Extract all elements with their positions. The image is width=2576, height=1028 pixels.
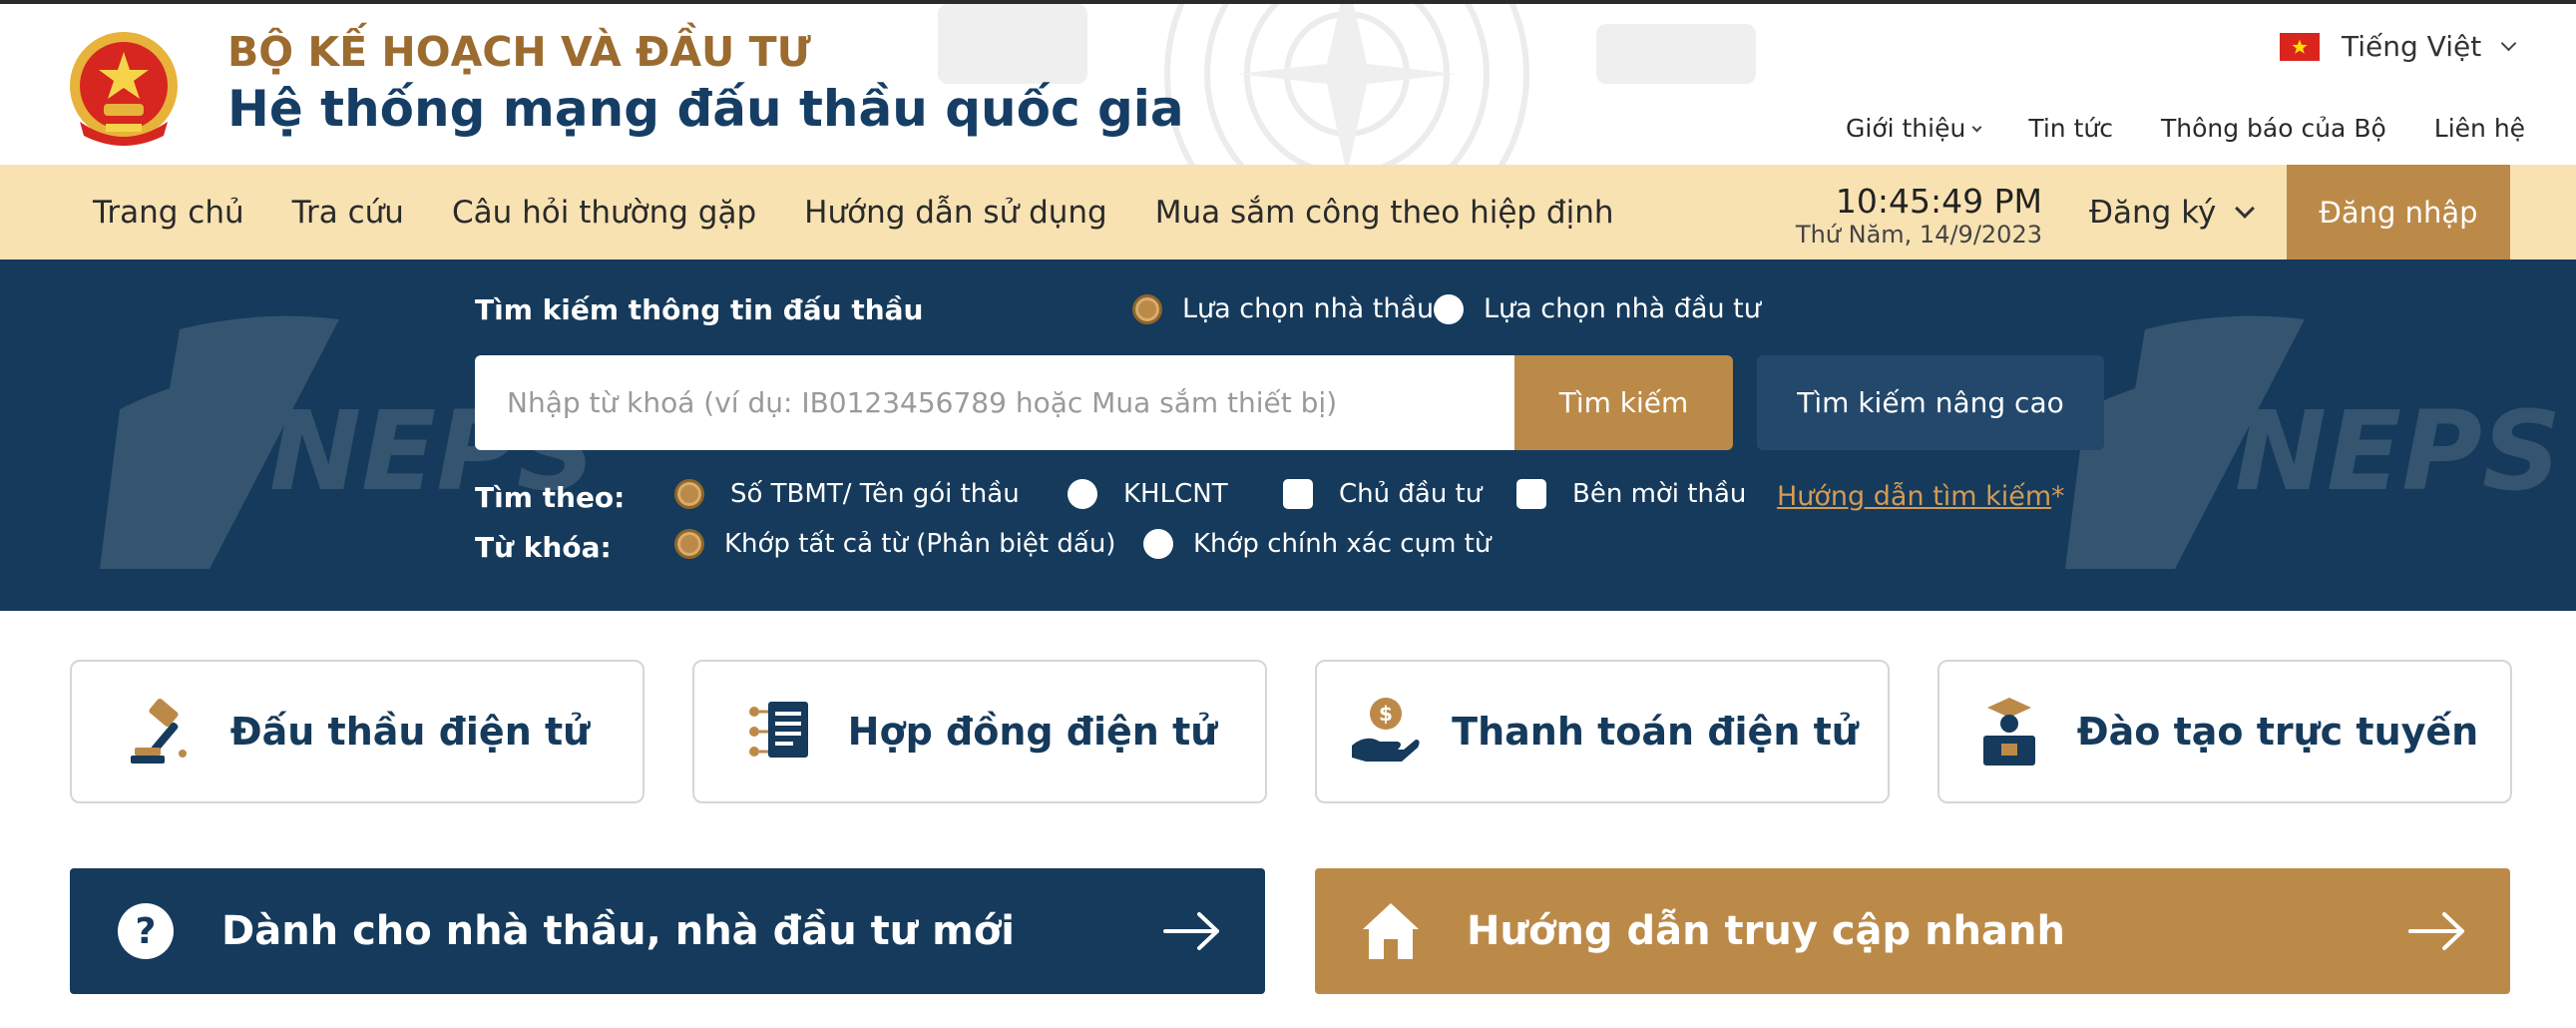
radio-unselected[interactable] xyxy=(1143,529,1173,559)
option-label: KHLCNT xyxy=(1123,479,1228,509)
radio-unselected[interactable] xyxy=(1068,479,1097,509)
auction-gavel-icon xyxy=(130,698,187,764)
top-nav-label: Giới thiệu xyxy=(1846,114,1966,143)
option-label: Khớp tất cả từ (Phân biệt dấu) xyxy=(724,529,1116,559)
advanced-search-button[interactable]: Tìm kiếm nâng cao xyxy=(1757,355,2104,450)
search-by-ben-moi-thau[interactable]: Bên mời thầu xyxy=(1516,479,1746,509)
mode-investor-label: Lựa chọn nhà đầu tư xyxy=(1484,293,1761,324)
svg-text:$: $ xyxy=(1379,702,1393,726)
nav-item-trang-chu[interactable]: Trang chủ xyxy=(93,195,244,231)
quick-access-label: Hướng dẫn truy cập nhanh xyxy=(1467,908,2065,954)
search-guide-link[interactable]: Hướng dẫn tìm kiếm xyxy=(1777,481,2051,512)
service-label: Hợp đồng điện tử xyxy=(847,710,1218,754)
vietnam-flag-icon xyxy=(2280,32,2320,61)
language-label: Tiếng Việt xyxy=(2342,30,2482,63)
ministry-name: BỘ KẾ HOẠCH VÀ ĐẦU TƯ xyxy=(227,28,811,76)
arrow-right-icon xyxy=(2408,912,2464,950)
service-label: Đào tạo trực tuyến xyxy=(2076,710,2479,754)
nav-item-faq[interactable]: Câu hỏi thường gặp xyxy=(452,195,756,231)
search-input[interactable] xyxy=(475,355,1514,450)
service-card-thanh-toan[interactable]: $ Thanh toán điện tử xyxy=(1315,660,1890,803)
site-header: BỘ KẾ HOẠCH VÀ ĐẦU TƯ Hệ thống mạng đấu … xyxy=(0,0,2576,165)
search-by-label: Tìm theo: xyxy=(475,481,626,514)
search-by-khlcnt[interactable]: KHLCNT xyxy=(1068,479,1228,509)
search-by-tbmt[interactable]: Số TBMT/ Tên gói thầu xyxy=(674,479,1020,509)
option-label: Khớp chính xác cụm từ xyxy=(1193,529,1492,559)
service-label: Thanh toán điện tử xyxy=(1452,710,1859,754)
clock-date: Thứ Năm, 14/9/2023 xyxy=(1795,221,2042,249)
keyword-label: Từ khóa: xyxy=(475,531,612,564)
vietnam-emblem xyxy=(70,32,178,146)
svg-text:?: ? xyxy=(136,911,157,952)
question-circle-icon: ? xyxy=(118,903,174,959)
option-label: Số TBMT/ Tên gói thầu xyxy=(730,479,1020,509)
option-label: Bên mời thầu xyxy=(1572,479,1747,509)
login-button[interactable]: Đăng nhập xyxy=(2287,165,2510,259)
online-training-icon xyxy=(1982,698,2035,766)
mode-investor-option[interactable]: Lựa chọn nhà đầu tư xyxy=(1434,293,1761,324)
search-heading: Tìm kiếm thông tin đấu thầu xyxy=(475,293,924,326)
neps-watermark-right: NEPS xyxy=(2065,315,2561,569)
home-icon xyxy=(1363,903,1419,959)
radio-selected[interactable] xyxy=(674,529,704,559)
search-button[interactable]: Tìm kiếm xyxy=(1514,355,1733,450)
main-nav: Trang chủ Tra cứu Câu hỏi thường gặp Hướ… xyxy=(0,165,2576,259)
arrow-right-icon xyxy=(1163,912,1219,950)
nav-item-huong-dan[interactable]: Hướng dẫn sử dụng xyxy=(804,195,1107,231)
service-card-dau-thau[interactable]: Đấu thầu điện tử xyxy=(70,660,644,803)
quick-access-banner[interactable]: Hướng dẫn truy cập nhanh xyxy=(1315,868,2510,994)
chevron-down-icon xyxy=(2235,198,2256,219)
language-selector[interactable]: Tiếng Việt xyxy=(2280,30,2517,63)
chevron-down-icon xyxy=(2500,35,2517,52)
main-nav-links: Trang chủ Tra cứu Câu hỏi thường gặp Hướ… xyxy=(93,165,1614,259)
top-nav-tin-tuc[interactable]: Tin tức xyxy=(2028,114,2113,148)
search-by-chu-dau-tu[interactable]: Chủ đầu tư xyxy=(1283,479,1482,509)
register-dropdown[interactable]: Đăng ký xyxy=(2089,165,2256,259)
guide-star: * xyxy=(2051,481,2065,512)
system-title[interactable]: Hệ thống mạng đấu thầu quốc gia xyxy=(227,80,1184,138)
payment-hand-icon: $ xyxy=(1352,698,1420,762)
checkbox[interactable] xyxy=(1283,479,1313,509)
new-users-label: Dành cho nhà thầu, nhà đầu tư mới xyxy=(221,908,1016,954)
register-label: Đăng ký xyxy=(2089,194,2217,231)
contract-document-icon xyxy=(748,702,808,758)
new-users-banner[interactable]: ? Dành cho nhà thầu, nhà đầu tư mới xyxy=(70,868,1265,994)
nav-item-tra-cuu[interactable]: Tra cứu xyxy=(292,195,404,231)
checkbox[interactable] xyxy=(1516,479,1546,509)
radio-selected[interactable] xyxy=(674,479,704,509)
service-card-hop-dong[interactable]: Hợp đồng điện tử xyxy=(692,660,1267,803)
top-nav: Giới thiệu Tin tức Thông báo của Bộ Liên… xyxy=(1846,114,2525,148)
clock: 10:45:49 PM Thứ Năm, 14/9/2023 xyxy=(1791,182,2042,250)
service-card-dao-tao[interactable]: Đào tạo trực tuyến xyxy=(1937,660,2512,803)
service-label: Đấu thầu điện tử xyxy=(229,710,591,754)
radio-selected[interactable] xyxy=(1132,293,1162,324)
top-nav-lien-he[interactable]: Liên hệ xyxy=(2434,114,2525,148)
chevron-down-icon xyxy=(1971,122,1982,132)
top-nav-thong-bao[interactable]: Thông báo của Bộ xyxy=(2161,114,2386,148)
mode-contractor-option[interactable]: Lựa chọn nhà thầu xyxy=(1132,293,1434,324)
option-label: Chủ đầu tư xyxy=(1339,479,1483,509)
keyword-exact-phrase[interactable]: Khớp chính xác cụm từ xyxy=(1143,529,1491,559)
mode-contractor-label: Lựa chọn nhà thầu xyxy=(1182,293,1435,324)
radio-unselected[interactable] xyxy=(1434,293,1464,324)
keyword-all-words[interactable]: Khớp tất cả từ (Phân biệt dấu) xyxy=(674,529,1115,559)
search-banner: NEPS NEPS Tìm kiếm thông tin đấu thầu Lự… xyxy=(0,259,2576,611)
nav-item-mua-sam[interactable]: Mua sắm công theo hiệp định xyxy=(1155,195,1614,231)
svg-text:NEPS: NEPS xyxy=(2235,387,2561,515)
clock-time: 10:45:49 PM xyxy=(1835,182,2042,221)
top-nav-gioi-thieu[interactable]: Giới thiệu xyxy=(1846,114,1982,148)
